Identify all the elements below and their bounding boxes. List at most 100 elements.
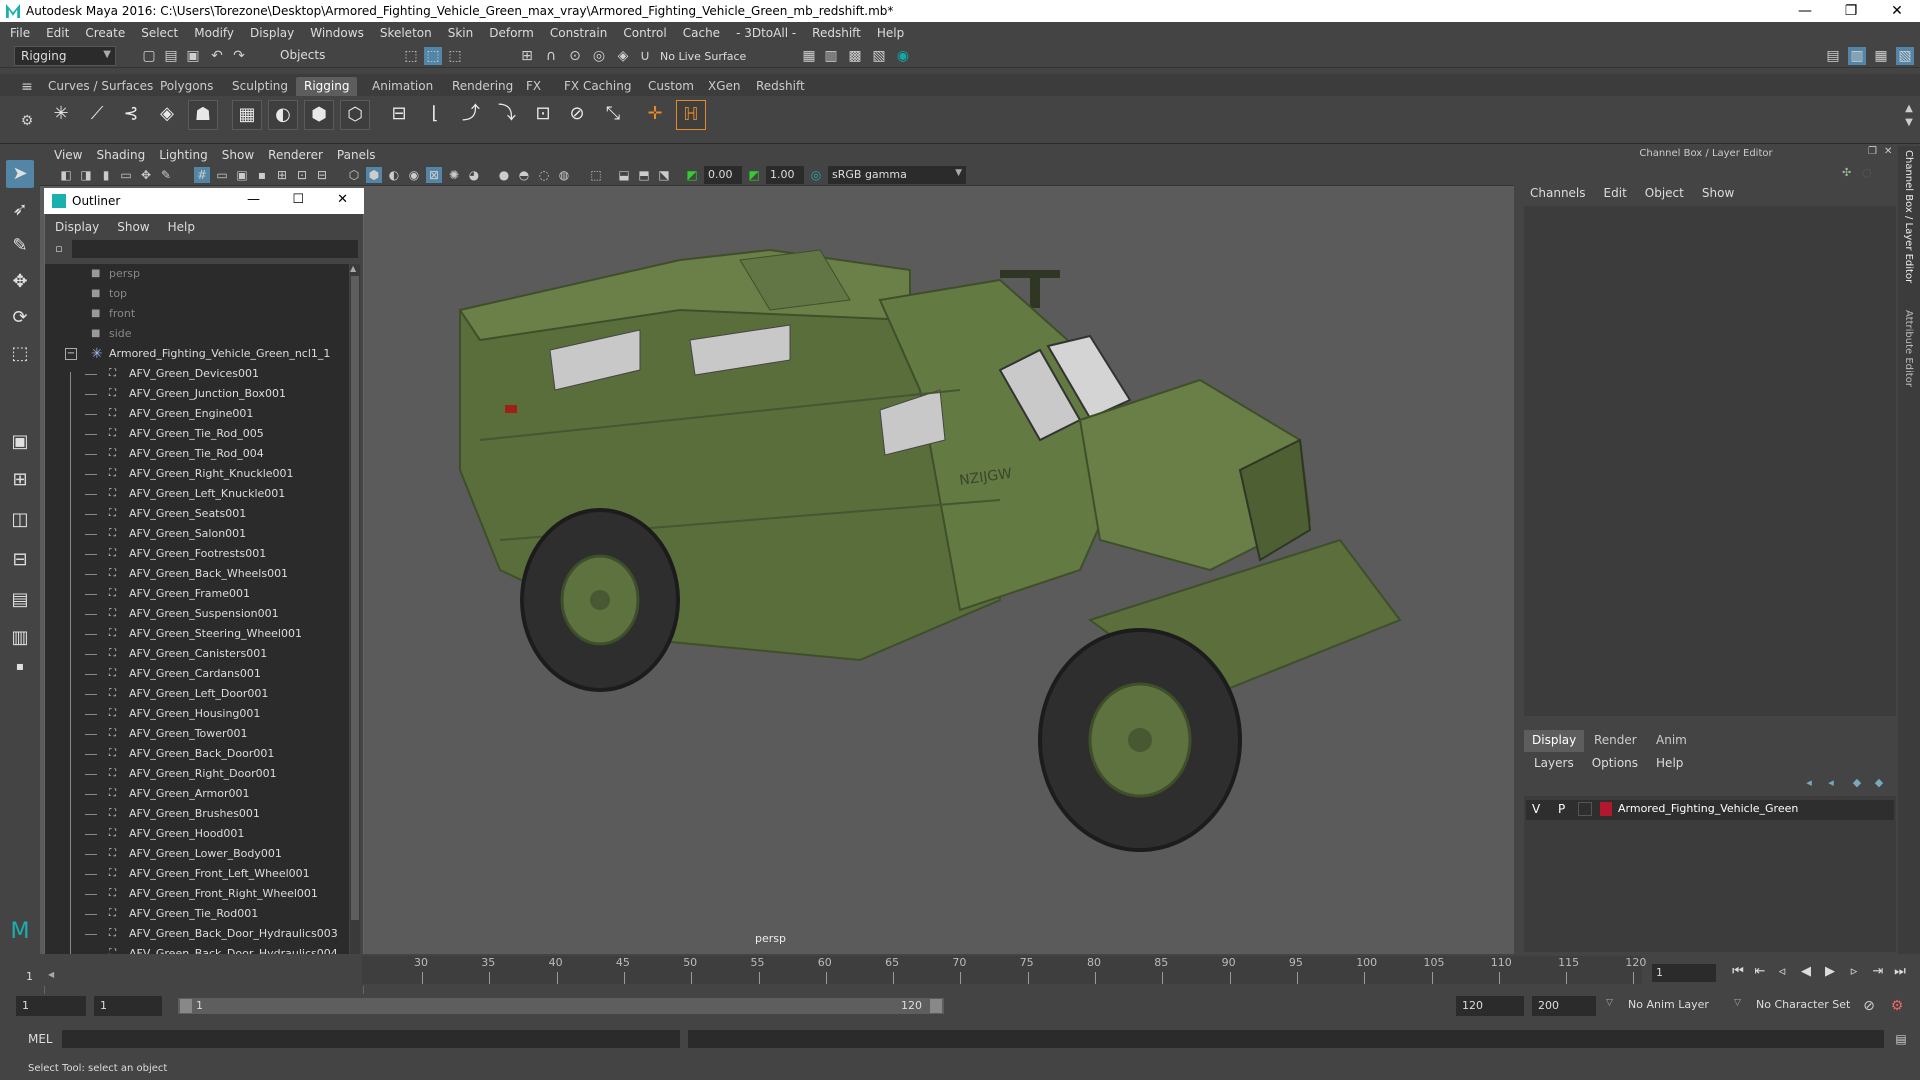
anim-layer-dropdown[interactable]: No Anim Layer <box>1628 998 1709 1011</box>
layer-playback-toggle[interactable]: P <box>1558 802 1565 816</box>
outliner-mesh-row[interactable]: ⛶ AFV_Green_Back_Door_Hydraulics003 <box>45 924 349 944</box>
select-object-icon[interactable]: ⬚ <box>424 47 442 65</box>
shelf-tab[interactable]: XGen <box>700 77 749 96</box>
smooth-bind-icon[interactable]: ▦ <box>232 100 262 130</box>
outliner-mesh-row[interactable]: ⛶ AFV_Green_Suspension001 <box>45 604 349 624</box>
snap-surface-icon[interactable]: ◈ <box>614 47 632 65</box>
layer-editor-menu-item[interactable]: Options <box>1592 756 1638 770</box>
render-frame-icon[interactable]: ▦ <box>800 47 818 65</box>
safe-title-icon[interactable]: ⊟ <box>314 167 330 183</box>
layer-editor-tab[interactable]: Anim <box>1648 730 1695 752</box>
playback-end-field[interactable]: 120 <box>1456 996 1524 1016</box>
menu-item[interactable]: Select <box>141 26 178 40</box>
color-management-icon[interactable]: ◎ <box>808 167 824 183</box>
outliner-mesh-row[interactable]: ⛶ AFV_Green_Seats001 <box>45 504 349 524</box>
select-tool-icon[interactable]: ➤ <box>6 160 34 188</box>
channel-box-manip-icon[interactable]: ✣ <box>1842 166 1851 179</box>
outliner-mesh-row[interactable]: ⛶ AFV_Green_Front_Left_Wheel001 <box>45 864 349 884</box>
layer-editor-menu-item[interactable]: Help <box>1656 756 1683 770</box>
channel-box-menu-item[interactable]: Object <box>1645 186 1684 200</box>
outliner-mesh-row[interactable]: ⛶ AFV_Green_Frame001 <box>45 584 349 604</box>
script-language-toggle[interactable]: MEL <box>28 1032 53 1046</box>
scroll-left-icon[interactable]: ◀ <box>48 970 54 979</box>
shelf-tab[interactable]: Curves / Surfaces <box>40 77 161 96</box>
animation-preferences-icon[interactable]: ⚙ <box>1888 997 1906 1015</box>
view-transform-dropdown[interactable]: sRGB gamma ▼ <box>828 166 966 184</box>
safe-action-icon[interactable]: ⊡ <box>294 167 310 183</box>
scroll-up-icon[interactable]: ▲ <box>350 264 356 273</box>
outliner-mesh-row[interactable]: ⛶ AFV_Green_Right_Knuckle001 <box>45 464 349 484</box>
workspace-layout-icon[interactable]: ▤ <box>1824 47 1842 65</box>
outliner-mesh-row[interactable]: ⛶ AFV_Green_Canisters001 <box>45 644 349 664</box>
smooth-shade-icon[interactable]: ⬢ <box>366 167 382 183</box>
quick-rig-icon[interactable]: ☗ <box>188 100 218 130</box>
layer-name[interactable]: Armored_Fighting_Vehicle_Green <box>1618 802 1798 815</box>
camera-attributes-icon[interactable]: ◨ <box>78 167 94 183</box>
field-chart-icon[interactable]: ⊞ <box>274 167 290 183</box>
outliner-menu-item[interactable]: Show <box>117 220 149 234</box>
layer-reference-toggle[interactable] <box>1578 802 1592 816</box>
hik-icon[interactable]: ℍ <box>676 100 706 130</box>
outliner-mesh-row[interactable]: ⛶ AFV_Green_Armor001 <box>45 784 349 804</box>
outliner-mesh-row[interactable]: ⛶ AFV_Green_Back_Wheels001 <box>45 564 349 584</box>
range-end-handle[interactable] <box>930 999 942 1013</box>
menu-item[interactable]: Help <box>877 26 904 40</box>
move-tool-icon[interactable]: ✥ <box>6 268 34 296</box>
outliner-mesh-row[interactable]: ⛶ AFV_Green_Brushes001 <box>45 804 349 824</box>
play-backwards-icon[interactable]: ◀ <box>1796 962 1816 982</box>
exposure-icon[interactable]: ◩ <box>684 167 700 183</box>
pole-vector-icon[interactable]: ⤡ <box>598 100 628 130</box>
depth-of-field-icon[interactable]: ◍ <box>556 167 572 183</box>
outliner-mesh-row[interactable]: ⛶ AFV_Green_Back_Door001 <box>45 744 349 764</box>
redshift-render-icon[interactable]: ◉ <box>894 47 912 65</box>
filter-icon[interactable]: ▫ <box>50 240 68 258</box>
two-d-pan-icon[interactable]: ✥ <box>138 167 154 183</box>
outliner-camera-row[interactable]: ■ front <box>45 304 349 324</box>
menu-item[interactable]: Cache <box>683 26 720 40</box>
shelf-tab[interactable]: Rigging <box>296 77 358 96</box>
layer-color-swatch[interactable] <box>1600 802 1612 816</box>
outliner-mesh-row[interactable]: ⛶ AFV_Green_Tie_Rod001 <box>45 904 349 924</box>
range-bar[interactable]: 1 120 <box>178 998 944 1014</box>
maximize-button[interactable]: ❐ <box>1828 0 1874 22</box>
rigid-bind-icon[interactable]: ◐ <box>268 100 298 130</box>
shelf-tab[interactable]: Custom <box>640 77 702 96</box>
channel-box-menu-item[interactable]: Show <box>1702 186 1734 200</box>
outliner-group-row[interactable]: − ✳ Armored_Fighting_Vehicle_Green_ncl1_1 <box>45 344 349 364</box>
motion-blur-icon[interactable]: ◓ <box>516 167 532 183</box>
scale-tool-icon[interactable]: ⬚ <box>6 340 34 368</box>
selection-mode-dropdown[interactable]: Objects <box>274 46 378 66</box>
outliner-mesh-row[interactable]: ⛶ AFV_Green_Engine001 <box>45 404 349 424</box>
shadows-icon[interactable]: ◕ <box>466 167 482 183</box>
gate-mask-icon[interactable]: ▪ <box>254 167 270 183</box>
joint-tool-icon[interactable]: ✳ <box>46 100 76 130</box>
menu-item[interactable]: Skin <box>448 26 474 40</box>
outliner-scroll-thumb[interactable] <box>351 276 359 920</box>
viewport-menu-item[interactable]: Renderer <box>268 148 323 162</box>
viewport-menu-item[interactable]: Lighting <box>159 148 208 162</box>
hypershade-icon[interactable]: ▧ <box>870 47 888 65</box>
orient-constraint-icon[interactable]: ⤵ <box>492 100 522 130</box>
four-view-layout-icon[interactable]: ⊞ <box>6 466 34 494</box>
shelf-tab[interactable]: Redshift <box>748 77 813 96</box>
viewport-menu-item[interactable]: Show <box>222 148 254 162</box>
step-back-key-icon[interactable]: ⇤ <box>1750 962 1770 982</box>
shelf-scroll-down-icon[interactable]: ▼ <box>1900 114 1918 132</box>
chevron-down-icon[interactable]: ▽ <box>1606 998 1613 1008</box>
shelf-settings-icon[interactable]: ⚙ <box>18 112 36 130</box>
attribute-editor-side-tab[interactable]: Attribute Editor <box>1903 310 1914 387</box>
outliner-mesh-row[interactable]: ⛶ AFV_Green_Tower001 <box>45 724 349 744</box>
outliner-camera-row[interactable]: ■ persp <box>45 264 349 284</box>
locator-icon[interactable]: ✛ <box>640 100 670 130</box>
outliner-mesh-row[interactable]: ⛶ AFV_Green_Left_Door001 <box>45 684 349 704</box>
menu-item[interactable]: Constrain <box>550 26 608 40</box>
outliner-mesh-row[interactable]: ⛶ AFV_Green_Salon001 <box>45 524 349 544</box>
menu-item[interactable]: Display <box>250 26 294 40</box>
shelf-tab[interactable]: Polygons <box>152 77 221 96</box>
armored-vehicle-model[interactable]: NZIJGW <box>440 240 1480 900</box>
outliner-mesh-row[interactable]: ⛶ AFV_Green_Footrests001 <box>45 544 349 564</box>
shelf-tab[interactable]: FX Caching <box>556 77 639 96</box>
aim-constraint-icon[interactable]: ⤴ <box>456 100 486 130</box>
animation-end-field[interactable]: 200 <box>1532 996 1596 1016</box>
outliner-camera-row[interactable]: ■ side <box>45 324 349 344</box>
